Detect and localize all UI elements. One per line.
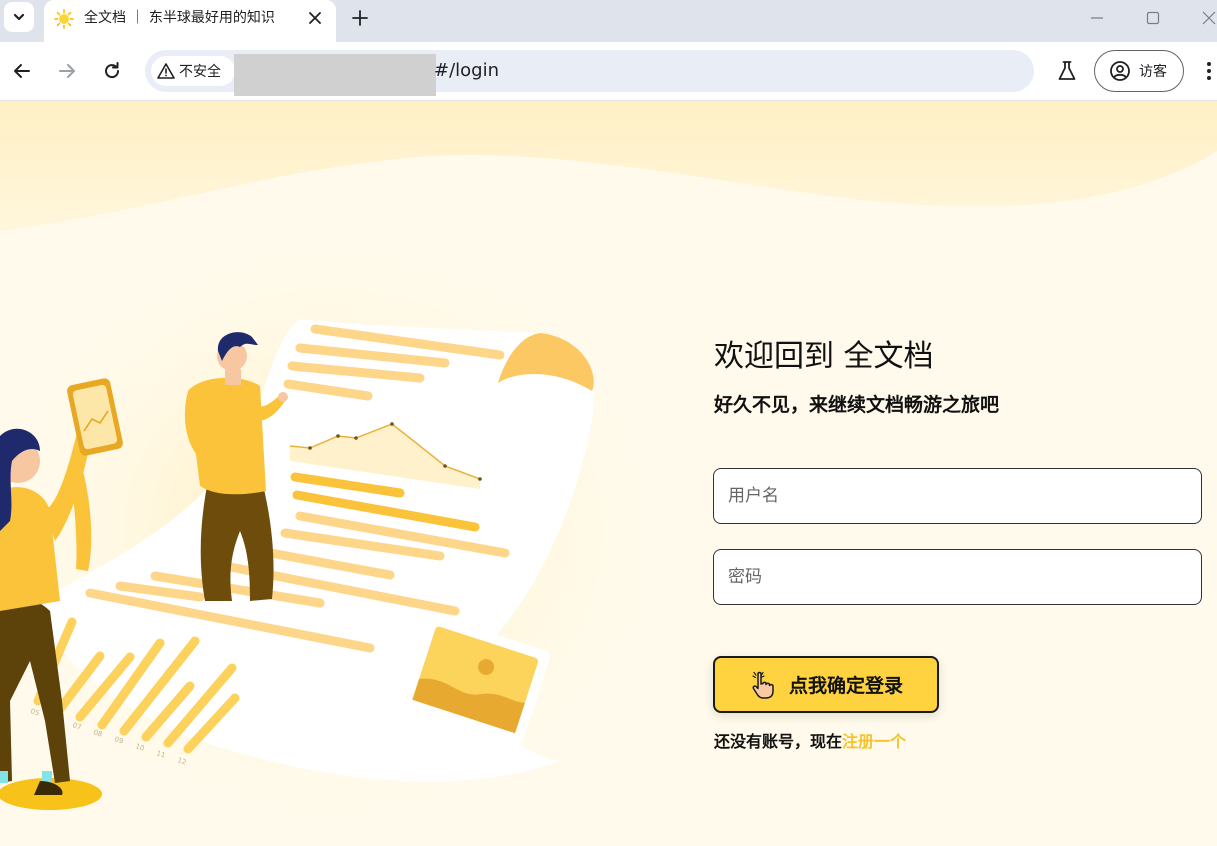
redacted-host bbox=[234, 54, 436, 96]
browser-tab[interactable]: 全文档 ｜ 东半球最好用的知识 bbox=[44, 0, 336, 42]
security-label: 不安全 bbox=[179, 64, 221, 80]
register-prompt-text: 还没有账号，现在 bbox=[714, 732, 843, 751]
minimize-button[interactable] bbox=[1085, 6, 1109, 30]
profile-label: 访客 bbox=[1139, 64, 1167, 80]
login-button-label: 点我确定登录 bbox=[788, 675, 903, 697]
maximize-button[interactable] bbox=[1141, 6, 1165, 30]
close-icon bbox=[1202, 11, 1216, 25]
new-tab-button[interactable] bbox=[348, 6, 372, 30]
register-prompt: 还没有账号，现在注册一个 bbox=[714, 728, 906, 752]
browser-toolbar: 不安全 #/login 访客 bbox=[0, 42, 1217, 101]
forward-button[interactable] bbox=[53, 57, 81, 85]
tab-close-button[interactable] bbox=[305, 8, 325, 28]
reload-icon bbox=[105, 62, 120, 79]
pointing-hand-icon bbox=[752, 671, 774, 699]
welcome-subtitle: 好久不见，来继续文档畅游之旅吧 bbox=[714, 394, 1000, 416]
welcome-title: 欢迎回到 全文档 bbox=[714, 339, 934, 374]
close-icon bbox=[309, 12, 321, 24]
address-bar[interactable]: 不安全 #/login bbox=[145, 50, 1034, 96]
tab-title: 全文档 ｜ 东半球最好用的知识 bbox=[84, 10, 275, 26]
back-button[interactable] bbox=[8, 57, 36, 85]
axis-label: 08 bbox=[92, 728, 103, 738]
site-security-chip[interactable]: 不安全 bbox=[151, 56, 235, 86]
maximize-icon bbox=[1146, 11, 1160, 25]
profile-button[interactable]: 访客 bbox=[1094, 50, 1184, 92]
axis-label: 09 bbox=[113, 735, 124, 745]
flask-icon bbox=[1058, 61, 1076, 80]
reload-button[interactable] bbox=[98, 57, 126, 85]
browser-menu-button[interactable] bbox=[1200, 57, 1217, 85]
axis-label: 12 bbox=[176, 756, 187, 766]
labs-button[interactable] bbox=[1054, 57, 1080, 85]
arrow-left-icon bbox=[14, 64, 30, 78]
close-window-button[interactable] bbox=[1197, 6, 1217, 30]
tab-strip: 全文档 ｜ 东半球最好用的知识 bbox=[0, 0, 1217, 42]
hero-illustration: 0506070809101112 bbox=[0, 319, 594, 810]
login-page: 0506070809101112 bbox=[0, 101, 1217, 846]
axis-label: 11 bbox=[155, 749, 166, 759]
plus-icon bbox=[352, 10, 368, 26]
password-input[interactable] bbox=[713, 549, 1202, 605]
login-button[interactable]: 点我确定登录 bbox=[713, 656, 939, 713]
axis-label: 07 bbox=[71, 721, 82, 731]
chevron-down-icon bbox=[13, 13, 25, 21]
url-text: #/login bbox=[434, 60, 499, 81]
register-link[interactable]: 注册一个 bbox=[842, 732, 906, 751]
tab-search-button[interactable] bbox=[4, 2, 34, 32]
axis-label: 10 bbox=[134, 742, 145, 752]
axis-label: 05 bbox=[29, 707, 40, 717]
warning-icon bbox=[157, 63, 175, 79]
more-vert-icon bbox=[1206, 62, 1211, 80]
arrow-right-icon bbox=[59, 64, 75, 78]
minimize-icon bbox=[1091, 17, 1103, 19]
account-circle-icon bbox=[1110, 61, 1130, 81]
username-input[interactable] bbox=[713, 468, 1202, 524]
sun-icon bbox=[54, 9, 74, 29]
